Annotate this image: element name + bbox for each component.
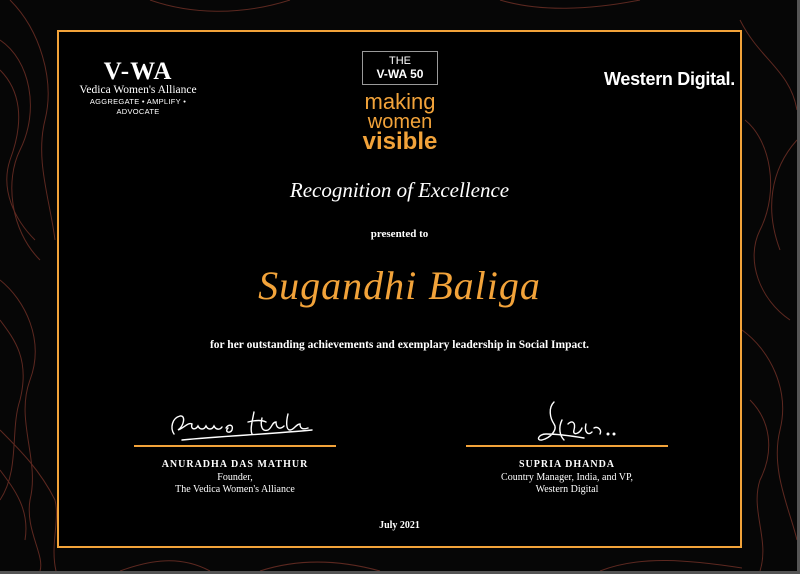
signatory-1: ANURADHA DAS MATHUR Founder, The Vedica … [134,458,336,496]
signature-line-1 [134,445,336,447]
signatory-2-title-line-1: Country Manager, India, and VP, [501,472,633,483]
campaign-line-3: visible [362,128,438,155]
signature-2 [537,401,616,441]
vwa50-number: V-WA 50 [376,67,424,81]
campaign-logo: making women visible [349,89,451,155]
campaign-line-1: making [364,89,436,114]
signatory-2-title-line-2: Western Digital [535,484,599,495]
vwa50-badge: THE V-WA 50 [362,51,438,85]
vwa-logo-name: Vedica Women's Alliance [79,84,197,96]
vwa-logo: V-WA Vedica Women's Alliance AGGREGATE •… [72,58,204,117]
presented-to: presented to [370,228,429,240]
signatory-1-title-line-1: Founder, [217,472,253,483]
certificate-title: Recognition of Excellence [289,178,510,202]
vwa-logo-tagline: AGGREGATE • AMPLIFY • ADVOCATE [89,97,187,116]
recipient-name: Sugandhi Baliga [258,263,541,308]
signatory-2: SUPRIA DHANDA Country Manager, India, an… [446,458,688,496]
signature-line-2 [466,445,668,447]
signatory-1-title-line-2: The Vedica Women's Alliance [175,484,295,495]
signature-1 [171,411,313,441]
vwa-logo-mark: V-WA [103,58,173,85]
certificate: V-WA Vedica Women's Alliance AGGREGATE •… [0,0,800,574]
western-digital-logo: Western Digital. [604,69,735,89]
vwa50-the: THE [389,55,411,67]
signatory-1-name: ANURADHA DAS MATHUR [161,459,309,470]
citation-text: for her outstanding achievements and exe… [209,339,590,351]
certificate-date: July 2021 [379,520,420,531]
signatory-2-name: SUPRIA DHANDA [518,459,616,470]
